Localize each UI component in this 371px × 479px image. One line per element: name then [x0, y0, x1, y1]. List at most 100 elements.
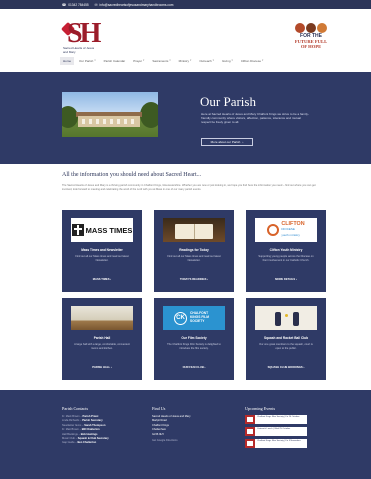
- mass-times-image-text: MASS TIMES: [85, 225, 133, 235]
- player-icon: [293, 312, 299, 326]
- contact-row: Gap Guide – Ben Chatterton: [62, 441, 97, 445]
- intro-heading: All the information you should need abou…: [62, 172, 202, 178]
- nav-item-ministry[interactable]: Ministry ▾: [176, 57, 195, 65]
- card-film-society[interactable]: CK CHALFONT KINGS FILM SOCIETY Our Film …: [154, 298, 234, 380]
- nav-item-giving[interactable]: Giving ▾: [219, 57, 236, 65]
- card-title: Our Film Society: [181, 336, 207, 340]
- footer-contacts-title: Parish Contacts: [62, 406, 89, 411]
- card-link[interactable]: MASS TIMES ›: [62, 278, 142, 281]
- top-contact-bar: ☎ 01342 784455 ✉ info@sacredheartsofjesu…: [0, 0, 371, 9]
- more-about-parish-button[interactable]: More about our Parish ›: [201, 138, 253, 146]
- contact-role: Newsletter Items: [62, 423, 82, 427]
- card-description: Our one great members to the squash, cou…: [259, 343, 313, 350]
- main-navigation: Home Our Parish ▾ Parish Calendar Prayer ▾ Sac…: [60, 56, 320, 65]
- nav-item-parish-calendar[interactable]: Parish Calendar: [101, 57, 129, 65]
- ck-logo-icon: CK: [174, 311, 187, 325]
- nav-item-label: Ministry: [178, 58, 190, 63]
- contact-role: Fr. Mark Brown: [62, 415, 80, 418]
- contact-name[interactable]: Ben Chatterton: [77, 441, 96, 444]
- future-hope-logo[interactable]: FOR THE FUTURE FULL OF HOPE: [293, 23, 329, 57]
- contact-role: Hall Bookings: [62, 432, 78, 436]
- phone-contact[interactable]: ☎ 01342 784455: [62, 3, 89, 7]
- card-title: Clifton Youth Ministry: [269, 248, 303, 252]
- contact-name[interactable]: Bob Hastings: [81, 433, 98, 436]
- email-contact[interactable]: ✉ info@sacredheartsofjesusandmaryhandbro…: [95, 3, 174, 7]
- parish-logo[interactable]: SH Sacred Hearts of Jesus and Mary: [60, 18, 101, 57]
- hero-section: Our Parish Here at Sacred Hearts of Jesu…: [0, 72, 371, 164]
- google-directions-link[interactable]: Get Google Directions: [152, 439, 191, 443]
- nav-item-prayer[interactable]: Prayer ▾: [130, 57, 147, 65]
- more-about-parish-label: More about our Parish: [210, 140, 241, 144]
- intro-section: All the information you should need abou…: [62, 172, 322, 191]
- contact-role: Music Club: [62, 437, 75, 441]
- nav-item-label: Our Parish: [79, 58, 94, 63]
- contact-name[interactable]: Sarah Thompson: [84, 424, 105, 427]
- nav-item-label: Home: [63, 58, 72, 63]
- footer-events: Upcoming Events Chalfont Kings Film Soci…: [245, 406, 307, 451]
- card-squash-club[interactable]: Squash and Racket Ball Club Our one grea…: [246, 298, 326, 380]
- cross-icon: [71, 224, 84, 236]
- email-address: info@sacredheartsofjesusandmaryhandbroom…: [99, 2, 174, 7]
- chevron-down-icon: ▾: [212, 59, 214, 62]
- contact-name[interactable]: Bill Chatterton: [82, 428, 100, 431]
- book-icon: [175, 224, 213, 239]
- card-parish-hall[interactable]: Parish Hall A large hall with a large, c…: [62, 298, 142, 380]
- card-link[interactable]: TODAY'S READINGS ›: [154, 278, 234, 281]
- card-readings[interactable]: Readings for Today Find out all our Mass…: [154, 210, 234, 292]
- nav-item-sacraments[interactable]: Sacraments ▾: [149, 57, 173, 65]
- contact-name[interactable]: Parish Priest: [82, 415, 98, 418]
- nav-item-label: Clifton Diocese: [240, 58, 261, 63]
- calendar-icon: [245, 415, 255, 424]
- card-title: Squash and Racket Ball Club: [263, 336, 309, 340]
- contact-role: Linda Richards: [62, 419, 80, 423]
- card-link[interactable]: OUR FILM CLUB ›: [154, 366, 234, 369]
- contact-name[interactable]: Parish Secretary: [82, 419, 102, 422]
- film-society-image: CK CHALFONT KINGS FILM SOCIETY: [163, 306, 225, 330]
- address-line: GL56 9HY: [152, 432, 165, 436]
- chevron-down-icon: ▾: [169, 59, 171, 62]
- nav-item-our-parish[interactable]: Our Parish ▾: [76, 57, 99, 65]
- card-link[interactable]: PARISH HALL ›: [62, 366, 142, 369]
- footer-contacts: Parish Contacts Fr. Mark Brown – Parish …: [62, 406, 109, 446]
- phone-number: 01342 784455: [68, 2, 89, 7]
- nav-item-outreach[interactable]: Outreach ▾: [196, 57, 217, 65]
- card-youth-ministry[interactable]: CLIFTON DIOCESE youth ministry Clifton Y…: [246, 210, 326, 292]
- event-item[interactable]: Chalfont Kings Film Society | Fri 20 Oct…: [245, 415, 307, 424]
- card-link[interactable]: SQUASH CLUB BOOKINGS ›: [246, 366, 326, 369]
- footer-find-us-title: Find Us: [152, 406, 166, 411]
- contact-role: Gap Guide: [62, 441, 75, 445]
- parish-logo-mark: SH: [67, 18, 101, 49]
- nav-item-label: Outreach: [199, 58, 212, 63]
- chevron-down-icon: ▾: [94, 59, 96, 62]
- footer-find-us: Find Us Sacred Hearts of Jesus and Mary M…: [152, 406, 191, 443]
- card-title: Parish Hall: [93, 336, 111, 340]
- mass-times-image: MASS TIMES: [71, 218, 133, 242]
- future-hope-main: FUTURE FULL OF HOPE: [294, 39, 328, 49]
- contact-name[interactable]: Squash & Club Secretary: [78, 437, 109, 440]
- parish-hall-image: [71, 306, 133, 330]
- footer-events-title: Upcoming Events: [245, 406, 276, 411]
- chevron-down-icon: ▾: [143, 59, 145, 62]
- nav-item-clifton-diocese[interactable]: Clifton Diocese ▾: [238, 57, 267, 65]
- people-icon: [293, 23, 329, 33]
- event-item[interactable]: Chalfont Kings Film Society | Fri 3 Nove…: [245, 439, 307, 448]
- player-icon: [275, 312, 281, 326]
- church-photo: [62, 92, 158, 137]
- card-title: Mass Times and Newsletter: [81, 248, 123, 252]
- intro-text: The Sacred Hearts of Jesus and Mary is a…: [62, 184, 316, 191]
- event-item[interactable]: Outreach Lunch | Wed 25 October: [245, 427, 307, 436]
- card-description: Find out all our Mass times and read our…: [167, 255, 221, 262]
- squash-image: [255, 306, 317, 330]
- clifton-diocese-image: CLIFTON DIOCESE youth ministry: [255, 218, 317, 242]
- nav-item-label: Giving: [221, 58, 231, 63]
- card-description: Supporting young people across the Dioce…: [258, 255, 314, 262]
- hero-text: Here at Sacred Hearts of Jesus and Mary …: [201, 112, 309, 125]
- card-link[interactable]: MORE DETAILS ›: [246, 278, 326, 281]
- chevron-down-icon: ▾: [231, 59, 233, 62]
- card-mass-times[interactable]: MASS TIMES Mass Times and Newsletter Fin…: [62, 210, 142, 292]
- event-title: Chalfont Kings Film Society | Fri 20 Oct…: [255, 415, 307, 424]
- nav-item-home[interactable]: Home: [60, 56, 75, 65]
- clifton-logo-text: CLIFTON DIOCESE youth ministry: [281, 220, 305, 237]
- card-description: A large hall with a large, comfortable, …: [74, 343, 130, 350]
- phone-icon: ☎: [62, 2, 67, 7]
